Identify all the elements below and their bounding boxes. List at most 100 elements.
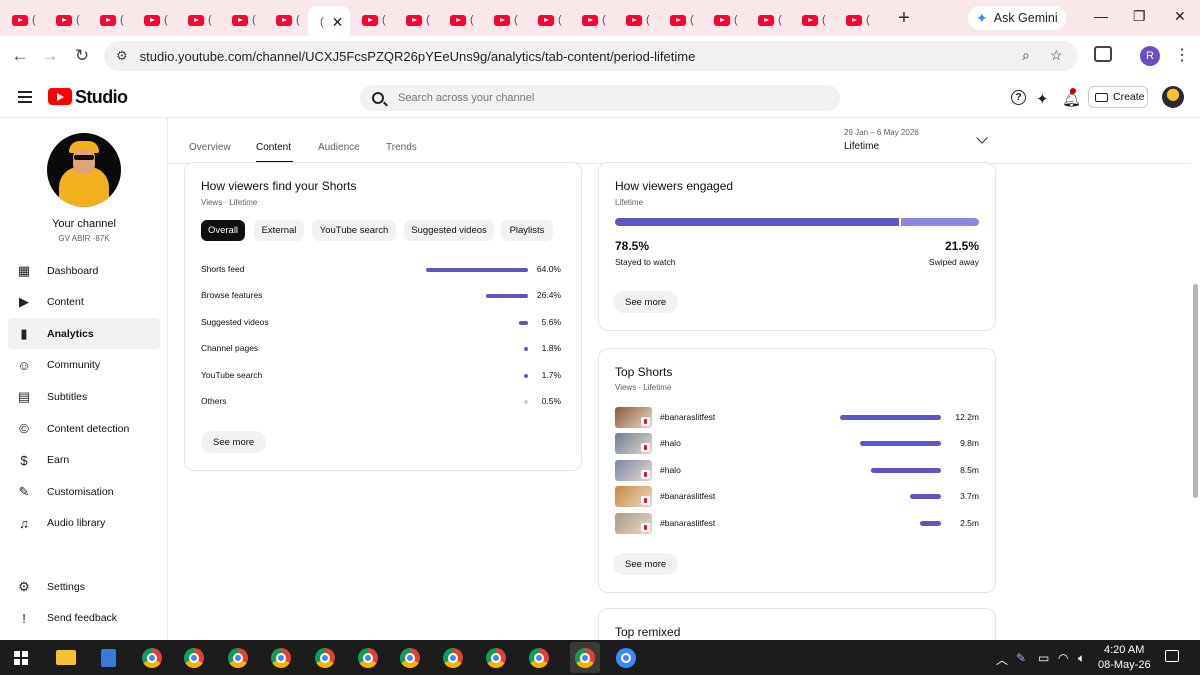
short-thumbnail[interactable]	[615, 459, 652, 481]
close-tab-icon[interactable]: ✕	[332, 14, 344, 31]
traffic-source-row[interactable]: YouTube search 1.7%	[201, 370, 561, 384]
new-tab-icon[interactable]: +	[892, 7, 916, 30]
page-scrollbar[interactable]	[1193, 284, 1198, 498]
browser-tab[interactable]: (	[220, 6, 264, 34]
browser-tab[interactable]: (	[658, 6, 702, 34]
chrome-taskbar-icon[interactable]	[443, 648, 463, 668]
short-title[interactable]: #halo	[660, 465, 681, 475]
ai-sparkle-icon[interactable]: ✦	[1036, 90, 1049, 108]
browser-menu-icon[interactable]: ⋮	[1174, 45, 1190, 65]
short-thumbnail[interactable]	[615, 512, 652, 534]
browser-tab[interactable]: (	[0, 6, 44, 34]
sidebar-item-send-feedback[interactable]: ! Send feedback	[8, 603, 160, 634]
chrome-taskbar-icon[interactable]	[400, 648, 420, 668]
chip-playlists[interactable]: Playlists	[501, 220, 553, 241]
top-short-row[interactable]: #banaraslitfest 12.2m	[615, 407, 979, 429]
sidebar-item-settings[interactable]: ⚙ Settings	[8, 571, 160, 602]
chrome-taskbar-icon[interactable]	[358, 648, 378, 668]
channel-avatar[interactable]	[47, 133, 121, 207]
traffic-source-row[interactable]: Shorts feed 64.0%	[201, 264, 561, 278]
file-explorer-icon[interactable]	[56, 650, 76, 665]
browser-tab[interactable]: (	[438, 6, 482, 34]
chrome-taskbar-icon[interactable]	[616, 648, 636, 668]
bookmark-star-icon[interactable]: ☆	[1050, 47, 1063, 64]
top-short-row[interactable]: #halo 9.8m	[615, 433, 979, 455]
forward-icon[interactable]: →	[40, 46, 60, 66]
studio-logo-text[interactable]: Studio	[75, 87, 128, 108]
wifi-icon[interactable]: ◠	[1058, 651, 1068, 665]
sidebar-item-community[interactable]: ☺ Community	[8, 350, 160, 381]
clock-time[interactable]: 4:20 AM	[1104, 644, 1144, 656]
traffic-source-row[interactable]: Others 0.5%	[201, 396, 561, 410]
calculator-icon[interactable]	[101, 649, 116, 667]
sidebar-item-customisation[interactable]: ✎ Customisation	[8, 476, 160, 507]
chrome-taskbar-icon[interactable]	[575, 648, 595, 668]
chip-external[interactable]: External	[254, 220, 304, 241]
sidebar-item-subtitles[interactable]: ▤ Subtitles	[8, 381, 160, 412]
back-icon[interactable]: ←	[10, 46, 30, 66]
browser-tab[interactable]: (	[790, 6, 834, 34]
tab-audience[interactable]: Audience	[318, 142, 360, 153]
short-thumbnail[interactable]	[615, 407, 652, 428]
short-title[interactable]: #banaraslitfest	[660, 412, 715, 422]
browser-tab[interactable]: (	[132, 6, 176, 34]
browser-tab[interactable]: (	[570, 6, 614, 34]
ask-gemini-button[interactable]: ✦ Ask Gemini	[968, 6, 1066, 30]
url-text[interactable]: studio.youtube.com/channel/UCXJ5FcsPZQR2…	[140, 49, 696, 64]
tray-chevron-up-icon[interactable]: ︿	[996, 651, 1008, 668]
search-icon[interactable]	[372, 92, 384, 104]
pen-icon[interactable]: ✎	[1016, 651, 1026, 665]
chrome-taskbar-icon[interactable]	[315, 648, 335, 668]
create-button[interactable]: Create	[1088, 86, 1148, 108]
channel-search-input[interactable]	[398, 92, 798, 104]
chrome-taskbar-icon[interactable]	[142, 648, 162, 668]
chrome-taskbar-icon[interactable]	[529, 648, 549, 668]
close-window-icon[interactable]: ✕	[1174, 8, 1186, 25]
traffic-source-row[interactable]: Browse features 26.4%	[201, 290, 561, 304]
short-title[interactable]: #banaraslitfest	[660, 518, 715, 528]
chrome-taskbar-icon[interactable]	[486, 648, 506, 668]
sidebar-item-content-detection[interactable]: © Content detection	[8, 413, 160, 444]
chip-suggested-videos[interactable]: Suggested videos	[404, 220, 494, 241]
chrome-taskbar-icon[interactable]	[271, 648, 291, 668]
browser-tab[interactable]: (	[526, 6, 570, 34]
browser-tab[interactable]: (	[746, 6, 790, 34]
chip-overall[interactable]: Overall	[201, 220, 245, 241]
browser-tab[interactable]: (	[834, 6, 878, 34]
period-range[interactable]: 29 Jan – 6 May 2026	[844, 128, 919, 137]
sidebar-item-earn[interactable]: $ Earn	[8, 445, 160, 476]
sidebar-item-dashboard[interactable]: ▦ Dashboard	[8, 255, 160, 286]
chevron-down-icon[interactable]	[976, 132, 988, 144]
browser-tab[interactable]: (	[44, 6, 88, 34]
browser-tab[interactable]: (	[176, 6, 220, 34]
top-short-row[interactable]: #banaraslitfest 3.7m	[615, 486, 979, 508]
your-channel-label[interactable]: Your channel	[0, 218, 168, 230]
browser-tab[interactable]: (	[702, 6, 746, 34]
traffic-source-row[interactable]: Suggested videos 5.6%	[201, 317, 561, 331]
top-short-row[interactable]: #halo 8.5m	[615, 459, 979, 482]
short-title[interactable]: #banaraslitfest	[660, 491, 715, 501]
tab-overview[interactable]: Overview	[189, 142, 231, 153]
traffic-source-row[interactable]: Channel pages 1.8%	[201, 343, 561, 357]
help-icon[interactable]: ?	[1011, 90, 1026, 105]
volume-icon[interactable]: 🔈︎	[1078, 651, 1085, 666]
browser-tab[interactable]: (	[350, 6, 394, 34]
reload-icon[interactable]: ↻	[72, 46, 92, 66]
youtube-logo-icon[interactable]	[48, 88, 72, 105]
top-shorts-see-more-button[interactable]: See more	[613, 553, 679, 575]
browser-tab[interactable]: (	[394, 6, 438, 34]
browser-profile-avatar[interactable]: R	[1140, 46, 1160, 66]
battery-icon[interactable]: ▭	[1038, 651, 1049, 665]
browser-tab[interactable]: (	[264, 6, 308, 34]
short-thumbnail[interactable]	[615, 486, 652, 508]
chrome-taskbar-icon[interactable]	[184, 648, 204, 668]
tab-search-icon[interactable]	[1094, 46, 1112, 62]
clock-date[interactable]: 08-May-26	[1098, 659, 1151, 671]
browser-tab[interactable]: (✕	[308, 6, 350, 38]
sidebar-item-content[interactable]: ▶ Content	[8, 287, 160, 318]
site-info-icon[interactable]: ⚙	[116, 48, 128, 64]
restore-window-icon[interactable]: ❐	[1133, 8, 1146, 25]
engagement-see-more-button[interactable]: See more	[613, 291, 679, 313]
windows-start-icon[interactable]	[14, 651, 28, 665]
browser-tab[interactable]: (	[614, 6, 658, 34]
